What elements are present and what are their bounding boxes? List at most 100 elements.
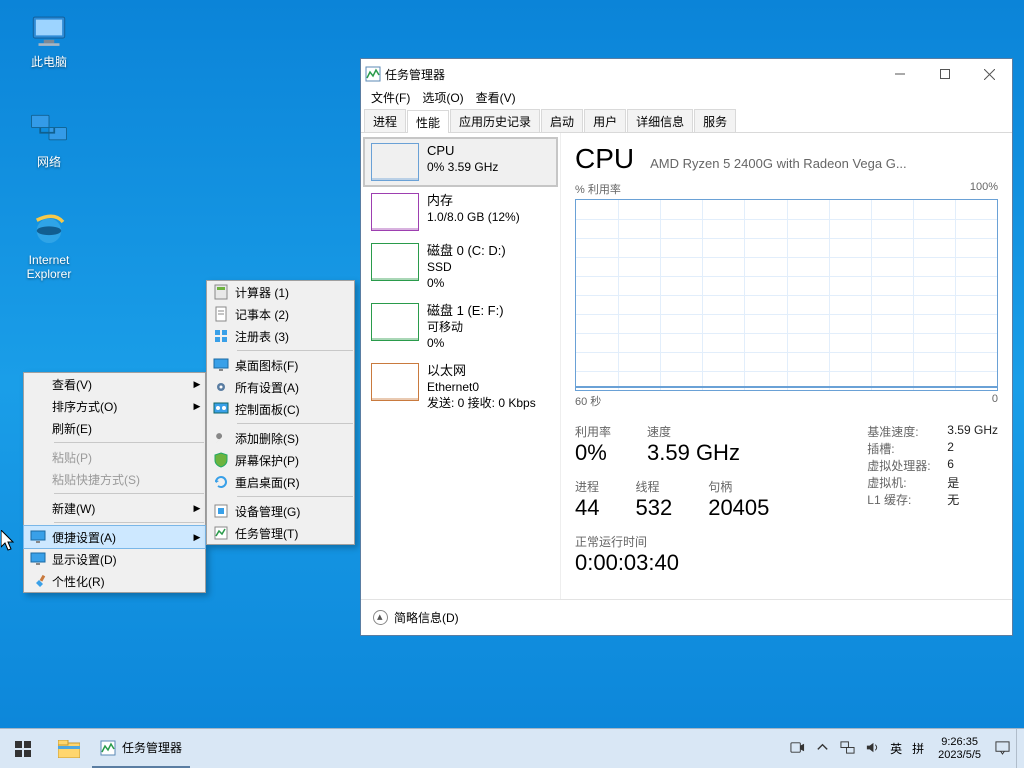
label: 此电脑 — [31, 55, 67, 69]
minimize-button[interactable] — [877, 59, 922, 89]
ctx-item[interactable]: 排序方式(O)▶ — [24, 395, 205, 417]
info-row: 虚拟处理器:6 — [867, 457, 998, 474]
tab-应用历史记录[interactable]: 应用历史记录 — [450, 109, 540, 132]
tray-volume-icon[interactable] — [865, 740, 880, 758]
ctx-item[interactable]: 记事本 (2) — [207, 303, 354, 325]
ctx-item[interactable]: 注册表 (3) — [207, 325, 354, 347]
close-button[interactable] — [967, 59, 1012, 89]
note-icon — [207, 306, 235, 322]
maximize-button[interactable] — [922, 59, 967, 89]
collapse-icon[interactable] — [373, 610, 388, 625]
action-center-icon[interactable] — [995, 740, 1010, 758]
ctx-item[interactable]: 任务管理(T) — [207, 522, 354, 544]
tray-meet-now-icon[interactable] — [790, 740, 805, 758]
thumb-icon — [371, 243, 419, 281]
tab-服务[interactable]: 服务 — [694, 109, 736, 132]
clock[interactable]: 9:26:35 2023/5/5 — [930, 729, 989, 768]
perf-main: CPU AMD Ryzen 5 2400G with Radeon Vega G… — [561, 133, 1012, 599]
tab-进程[interactable]: 进程 — [364, 109, 406, 132]
stat: 句柄20405 — [708, 478, 769, 521]
thumb-icon — [371, 143, 419, 181]
pc-icon — [28, 10, 70, 52]
stat: 速度3.59 GHz — [647, 423, 740, 466]
perf-category-eth[interactable]: 以太网Ethernet0发送: 0 接收: 0 Kbps — [365, 359, 556, 415]
desktop-icon-ie[interactable]: Internet Explorer — [12, 208, 86, 281]
thumb-icon — [371, 193, 419, 231]
ctx-item[interactable]: 刷新(E) — [24, 417, 205, 439]
monitor-icon — [207, 357, 235, 373]
ctx-item[interactable]: 计算器 (1) — [207, 281, 354, 303]
tab-用户[interactable]: 用户 — [584, 109, 626, 132]
clock-time: 9:26:35 — [938, 736, 981, 749]
ctx-item[interactable]: 新建(W)▶ — [24, 497, 205, 519]
info-row: 基准速度:3.59 GHz — [867, 423, 998, 440]
info-row: 虚拟机:是 — [867, 474, 998, 491]
taskbar-explorer[interactable] — [46, 729, 92, 768]
axis-left: 60 秒 — [575, 393, 601, 409]
info-row: L1 缓存:无 — [867, 491, 998, 508]
chart-label-left: % 利用率 — [575, 181, 621, 197]
system-tray: 英 拼 — [784, 729, 930, 768]
menu-item[interactable]: 文件(F) — [371, 89, 410, 109]
menu-item[interactable]: 选项(O) — [422, 89, 463, 109]
ctx-item[interactable]: 所有设置(A) — [207, 376, 354, 398]
ctx-item[interactable]: 添加删除(S) — [207, 427, 354, 449]
cursor-icon — [1, 530, 17, 554]
tab-性能[interactable]: 性能 — [407, 110, 449, 133]
ctx-item[interactable]: 个性化(R) — [24, 570, 205, 592]
ctx-item[interactable]: 便捷设置(A)▶ — [24, 526, 205, 548]
ctx-item[interactable]: 桌面图标(F) — [207, 354, 354, 376]
gear-icon — [207, 379, 235, 395]
ctx-item[interactable]: 屏幕保护(P) — [207, 449, 354, 471]
desktop-context-menu: 查看(V)▶排序方式(O)▶刷新(E)粘贴(P)粘贴快捷方式(S)新建(W)▶便… — [23, 372, 206, 593]
titlebar[interactable]: 任务管理器 — [361, 59, 1012, 89]
ime-mode[interactable]: 拼 — [912, 740, 924, 757]
stat: 利用率0% — [575, 423, 611, 466]
perf-category-cpu[interactable]: CPU0% 3.59 GHz — [365, 139, 556, 185]
perf-category-dsk0[interactable]: 磁盘 0 (C: D:)SSD0% — [365, 239, 556, 295]
shield-icon — [207, 452, 235, 468]
ctx-item[interactable]: 设备管理(G) — [207, 500, 354, 522]
ctx-item[interactable]: 重启桌面(R) — [207, 471, 354, 493]
task-manager-window: 任务管理器 文件(F) 选项(O) 查看(V) 进程性能应用历史记录启动用户详细信息… — [360, 58, 1013, 636]
clock-date: 2023/5/5 — [938, 749, 981, 762]
perf-category-mem[interactable]: 内存1.0/8.0 GB (12%) — [365, 189, 556, 235]
show-desktop-button[interactable] — [1016, 729, 1024, 768]
monitor-icon — [24, 551, 52, 567]
uptime-value: 0:00:03:40 — [575, 550, 769, 576]
monitor-icon — [24, 529, 52, 545]
tray-up-icon[interactable] — [815, 740, 830, 758]
ime-lang[interactable]: 英 — [890, 740, 902, 757]
ctx-item: 粘贴快捷方式(S) — [24, 468, 205, 490]
info-row: 插槽:2 — [867, 440, 998, 457]
fewer-details-link[interactable]: 简略信息(D) — [394, 609, 459, 626]
title-text: 任务管理器 — [385, 66, 445, 83]
uptime-label: 正常运行时间 — [575, 533, 769, 550]
perf-sidebar: CPU0% 3.59 GHz 内存1.0/8.0 GB (12%) 磁盘 0 (… — [361, 133, 561, 599]
brush-icon — [24, 573, 52, 589]
stat: 线程532 — [635, 478, 672, 521]
taskbar-app-taskmgr[interactable]: 任务管理器 — [92, 729, 190, 768]
cpu-name: AMD Ryzen 5 2400G with Radeon Vega G... — [650, 156, 998, 171]
device-icon — [207, 503, 235, 519]
perf-category-dsk1[interactable]: 磁盘 1 (E: F:)可移动0% — [365, 299, 556, 355]
menu-item[interactable]: 查看(V) — [476, 89, 516, 109]
tray-network-icon[interactable] — [840, 740, 855, 758]
calc-icon — [207, 284, 235, 300]
footer: 简略信息(D) — [361, 599, 1012, 635]
start-button[interactable] — [0, 729, 46, 768]
menu-bar: 文件(F) 选项(O) 查看(V) — [361, 89, 1012, 109]
ctx-item[interactable]: 查看(V)▶ — [24, 373, 205, 395]
tab-详细信息[interactable]: 详细信息 — [627, 109, 693, 132]
label: Internet Explorer — [27, 253, 72, 281]
taskbar-app-label: 任务管理器 — [122, 739, 182, 756]
reload-icon — [207, 474, 235, 490]
task-icon — [207, 525, 235, 541]
cubes-icon — [207, 328, 235, 344]
ctx-item[interactable]: 控制面板(C) — [207, 398, 354, 420]
desktop-icon-this-pc[interactable]: 此电脑 — [12, 10, 86, 69]
ctx-item[interactable]: 显示设置(D) — [24, 548, 205, 570]
desktop-icon-network[interactable]: 网络 — [12, 110, 86, 169]
tab-启动[interactable]: 启动 — [541, 109, 583, 132]
wrench-icon — [207, 430, 235, 446]
